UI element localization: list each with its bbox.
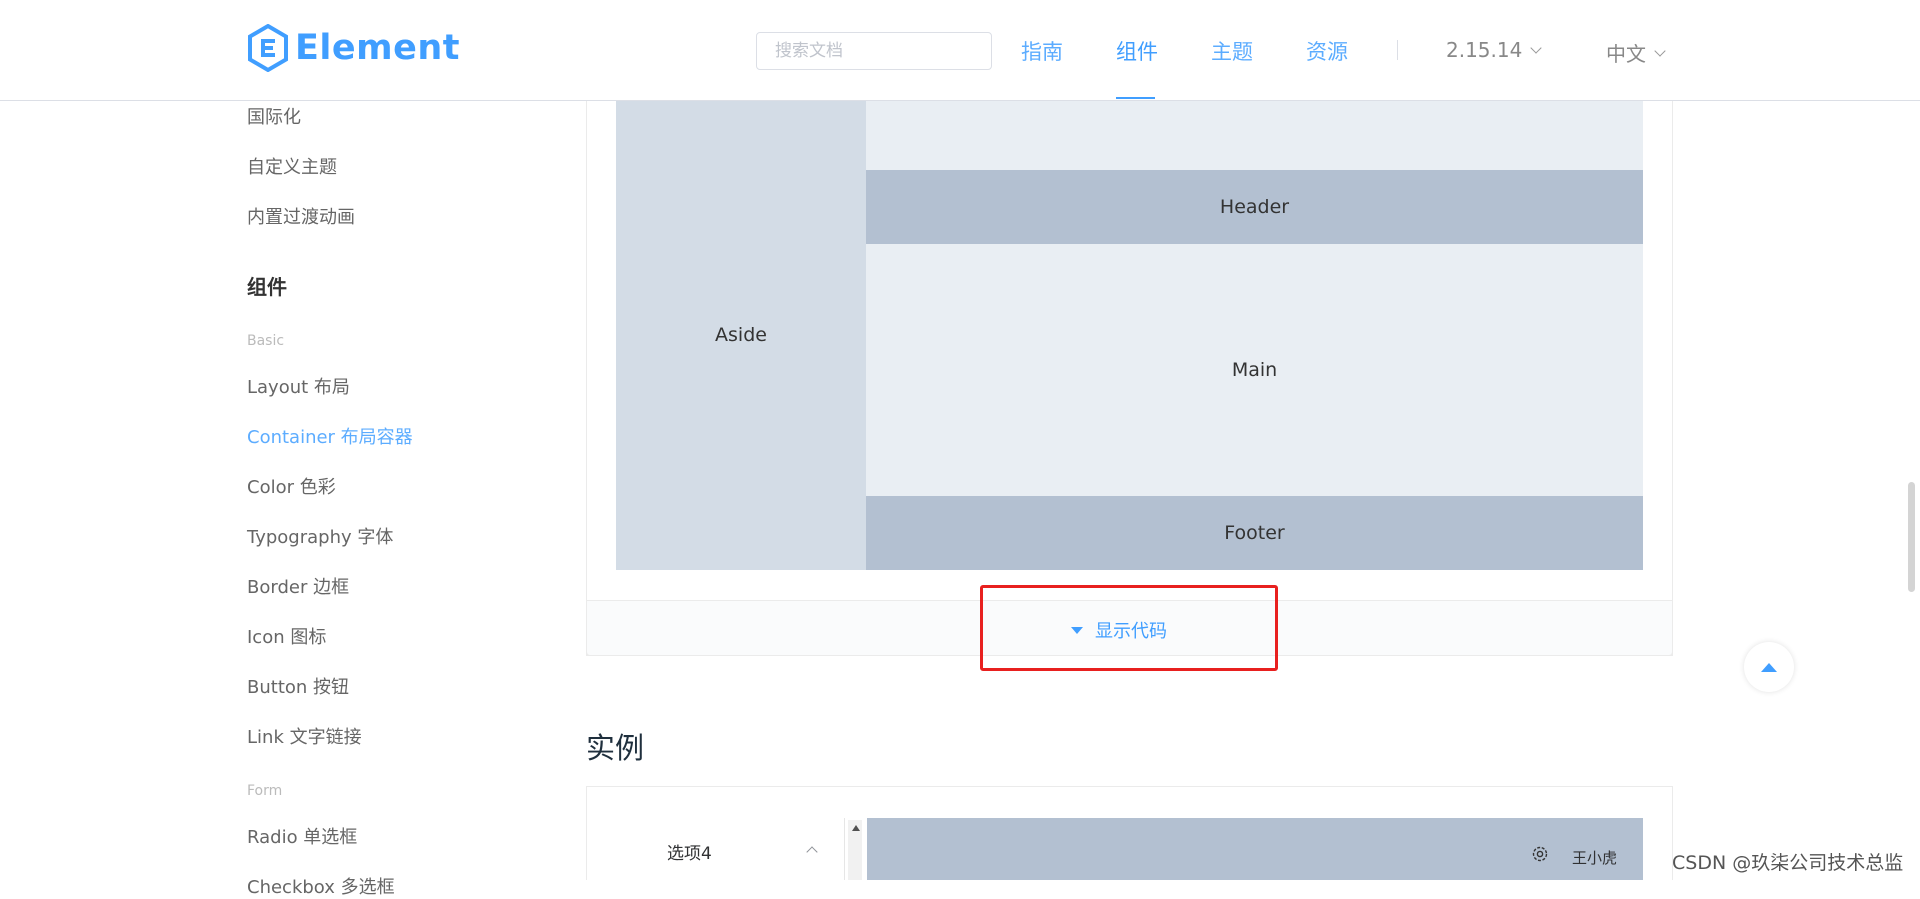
sidebar-item-button[interactable]: Button 按钮 [247,673,349,699]
search-input[interactable] [756,32,992,70]
sidebar-item-border[interactable]: Border 边框 [247,573,349,599]
sidebar-item-color[interactable]: Color 色彩 [247,473,336,499]
aside-label: Aside [715,324,767,346]
sidebar-item-i18n[interactable]: 国际化 [247,103,301,129]
container-header: Header [866,170,1643,244]
red-highlight-box [980,585,1278,671]
language-dropdown[interactable]: 中文 [1606,38,1666,67]
gear-icon[interactable] [1531,845,1549,863]
top-header: Element 指南 组件 主题 资源 2.15.14 中文 [0,0,1920,101]
sidebar-item-container[interactable]: Container 布局容器 [247,423,413,449]
csdn-watermark: CSDN @玖柒公司技术总监 [1672,852,1904,874]
element-logo[interactable]: Element [247,24,460,72]
caret-up-icon [1761,662,1777,672]
sidebar-item-checkbox[interactable]: Checkbox 多选框 [247,873,395,899]
scroll-up-arrow-icon[interactable] [852,825,860,831]
container-aside: Aside [616,100,866,570]
sidebar-item-custom-theme[interactable]: 自定义主题 [247,153,337,179]
container-main: Main [866,244,1643,496]
nav-divider [1397,40,1398,60]
sidebar-group-form: Form [247,783,283,799]
language-label: 中文 [1606,42,1646,66]
nav-guide[interactable]: 指南 [1021,36,1063,66]
sidebar-group-basic: Basic [247,333,285,349]
nav-theme[interactable]: 主题 [1211,36,1253,66]
element-logo-icon [248,24,288,72]
sidebar-item-icon[interactable]: Icon 图标 [247,623,326,649]
sidebar-item-typography[interactable]: Typography 字体 [247,523,393,549]
version-label: 2.15.14 [1446,38,1523,62]
user-name: 王小虎 [1572,849,1618,867]
chevron-down-icon [1530,42,1543,54]
logo-text: Element [295,28,460,68]
container-main-top [866,100,1643,170]
chevron-down-icon [1654,44,1666,57]
sidebar-item-radio[interactable]: Radio 单选框 [247,823,357,849]
active-nav-indicator [1116,97,1155,99]
version-dropdown[interactable]: 2.15.14 [1446,38,1543,62]
page-scrollbar[interactable] [1908,482,1915,592]
sidebar-section-components: 组件 [247,275,287,299]
header-label: Header [1219,196,1290,218]
main-label: Main [1231,359,1278,381]
footer-label: Footer [1224,522,1285,544]
section-title: 实例 [586,731,645,765]
sidebar-item-link[interactable]: Link 文字链接 [247,723,362,749]
back-to-top-button[interactable] [1744,642,1794,692]
nav-resource[interactable]: 资源 [1306,36,1348,66]
sidebar-item-transition[interactable]: 内置过渡动画 [247,203,355,229]
example-header [867,818,1643,880]
nav-component[interactable]: 组件 [1116,36,1158,66]
sidebar: 国际化 自定义主题 内置过渡动画 组件 Basic Layout 布局 Cont… [0,100,560,898]
menu-submenu-title[interactable]: 选项4 [667,839,712,864]
sidebar-item-layout[interactable]: Layout 布局 [247,373,350,399]
container-footer: Footer [866,496,1643,570]
